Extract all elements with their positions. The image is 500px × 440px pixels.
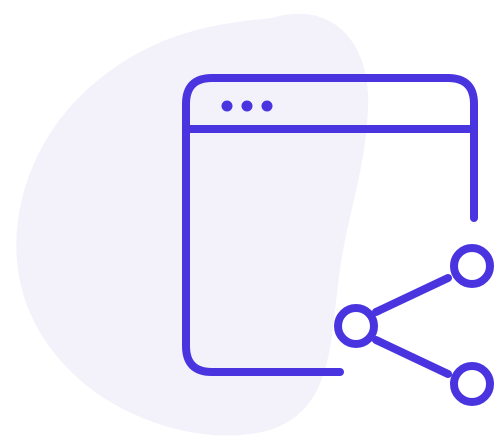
- share-node-bottom: [450, 362, 494, 406]
- illustration-canvas: [0, 0, 500, 440]
- window-dot-3: [261, 100, 273, 112]
- window-dot-1: [221, 100, 233, 112]
- share-link-top: [372, 274, 452, 316]
- share-node-left: [334, 304, 378, 348]
- browser-share-illustration: [16, 13, 494, 436]
- share-icon: [334, 244, 494, 406]
- share-link-bottom: [372, 336, 452, 378]
- window-dot-2: [241, 100, 253, 112]
- share-node-top: [450, 244, 494, 288]
